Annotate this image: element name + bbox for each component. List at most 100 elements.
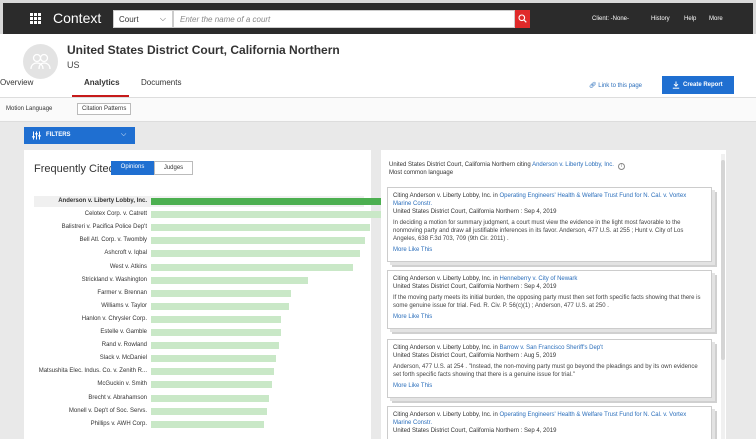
citation-court-date: United States District Court, California… <box>393 284 557 290</box>
subtab-motion-language[interactable]: Motion Language <box>6 106 52 112</box>
bar[interactable] <box>151 224 370 232</box>
bar-row[interactable]: Bell Atl. Corp. v. Twombly <box>34 235 366 246</box>
bar[interactable] <box>151 289 292 297</box>
subtab-citation-patterns[interactable]: Citation Patterns <box>77 103 132 115</box>
citing-case-link[interactable]: Barrow v. San Francisco Sheriff's Dep't <box>500 345 603 351</box>
court-search-input[interactable]: Enter the name of a court <box>173 10 515 28</box>
more-menu[interactable]: More <box>709 16 723 22</box>
bar-row[interactable]: Celotex Corp. v. Catrett <box>34 209 397 220</box>
help-link[interactable]: Help <box>684 16 696 22</box>
most-common-language-label: Most common language <box>389 170 454 176</box>
citation-card: Citing Anderson v. Liberty Lobby, Inc. i… <box>387 406 712 439</box>
bar[interactable] <box>151 263 353 271</box>
search-button[interactable] <box>515 10 530 28</box>
toggle-opinions[interactable]: Opinions <box>111 161 154 175</box>
bar-label[interactable]: Farmer v. Brennan <box>34 290 147 296</box>
bar[interactable] <box>151 420 265 428</box>
bar-row[interactable]: West v. Atkins <box>34 262 364 273</box>
bar-row[interactable]: Slack v. McDaniel <box>34 353 364 364</box>
bar-row[interactable]: Balistreri v. Pacifica Police Dep't <box>34 222 370 233</box>
create-report-button[interactable]: Create Report <box>662 76 734 94</box>
bar-label[interactable]: McGuckin v. Smith <box>34 381 147 387</box>
panel-scroll-thumb[interactable] <box>721 160 725 360</box>
history-link[interactable]: History <box>651 16 670 22</box>
bar-label[interactable]: Williams v. Taylor <box>34 303 147 309</box>
bar[interactable] <box>151 355 277 363</box>
bar-label[interactable]: Bell Atl. Corp. v. Twombly <box>34 237 147 243</box>
top-bar: Context Court ⌵ Enter the name of a cour… <box>0 0 756 34</box>
bar[interactable] <box>151 250 361 258</box>
bar-label[interactable]: Rand v. Rowland <box>34 342 147 348</box>
bar[interactable] <box>151 237 366 245</box>
bar[interactable] <box>151 315 282 323</box>
citing-heading: United States District Court, California… <box>389 162 625 170</box>
bar[interactable] <box>151 394 270 402</box>
bar-row[interactable]: Hanlon v. Chrysler Corp. <box>34 314 364 325</box>
bar-row[interactable]: Williams v. Taylor <box>34 301 364 312</box>
page-title: United States District Court, California… <box>67 43 340 57</box>
citation-court-date: United States District Court, California… <box>393 209 557 215</box>
court-avatar <box>23 44 58 79</box>
citing-text: Citing Anderson v. Liberty Lobby, Inc. i… <box>393 345 500 351</box>
bar[interactable] <box>151 381 272 389</box>
bar-label[interactable]: Ashcroft v. Iqbal <box>34 250 147 256</box>
bar-label[interactable]: Phillips v. AWH Corp. <box>34 421 147 427</box>
toggle-judges[interactable]: Judges <box>154 161 193 175</box>
bar-label[interactable]: Celotex Corp. v. Catrett <box>34 211 147 217</box>
client-menu[interactable]: Client: -None- <box>592 16 629 22</box>
bar[interactable] <box>151 342 279 350</box>
more-like-this-link[interactable]: More Like This <box>393 383 706 389</box>
bar-label[interactable]: Matsushita Elec. Indus. Co. v. Zenith R.… <box>34 368 147 374</box>
bar-row[interactable]: Monell v. Dep't of Soc. Servs. <box>34 406 364 417</box>
more-like-this-link[interactable]: More Like This <box>393 247 706 253</box>
bar[interactable] <box>151 211 397 219</box>
bar-row[interactable]: Strickland v. Washington <box>34 275 364 286</box>
bar[interactable] <box>151 198 397 205</box>
sliders-icon <box>32 131 41 140</box>
brand-title: Context <box>53 10 102 26</box>
bar-label[interactable]: Balistreri v. Pacifica Police Dep't <box>34 224 147 230</box>
tab-analytics[interactable]: Analytics <box>84 78 120 87</box>
bar-label[interactable]: West v. Atkins <box>34 264 147 270</box>
bar-row[interactable]: Brecht v. Abrahamson <box>34 393 364 404</box>
tab-overview[interactable]: Overview <box>0 78 33 87</box>
tab-documents[interactable]: Documents <box>141 78 181 87</box>
link-to-page[interactable]: 🔗︎ Link to this page <box>589 82 642 89</box>
bar[interactable] <box>151 407 267 415</box>
citation-quote: In deciding a motion for summary judgmen… <box>393 220 684 242</box>
court-type-select[interactable]: Court ⌵ <box>113 10 173 28</box>
bar[interactable] <box>151 276 309 284</box>
citation-court-date: United States District Court, California… <box>393 353 557 359</box>
bar-row[interactable]: Matsushita Elec. Indus. Co. v. Zenith R.… <box>34 366 364 377</box>
bar-row[interactable]: Anderson v. Liberty Lobby, Inc. <box>34 196 397 207</box>
bar[interactable] <box>151 302 289 310</box>
citation-heading: Citing Anderson v. Liberty Lobby, Inc. i… <box>393 344 706 352</box>
more-like-this-link[interactable]: More Like This <box>393 314 706 320</box>
bar[interactable] <box>151 368 274 376</box>
bar[interactable] <box>151 329 282 336</box>
apps-grid-icon[interactable] <box>30 13 41 24</box>
citation-heading: Citing Anderson v. Liberty Lobby, Inc. i… <box>393 411 706 427</box>
bar-label[interactable]: Hanlon v. Chrysler Corp. <box>34 316 147 322</box>
bar-row[interactable]: Phillips v. AWH Corp. <box>34 419 364 430</box>
citing-text: Citing Anderson v. Liberty Lobby, Inc. i… <box>393 193 500 199</box>
bar-row[interactable]: Estelle v. Gamble <box>34 327 364 338</box>
citing-case-link[interactable]: Henneberry v. City of Newark <box>500 276 578 282</box>
bar-label[interactable]: Anderson v. Liberty Lobby, Inc. <box>34 198 147 204</box>
bar-label[interactable]: Slack v. McDaniel <box>34 355 147 361</box>
bar-row[interactable]: Farmer v. Brennan <box>34 288 364 299</box>
citation-quote: Anderson, 477 U.S. at 254 . "Instead, th… <box>393 364 698 378</box>
bar-label[interactable]: Estelle v. Gamble <box>34 329 147 335</box>
bar-row[interactable]: Ashcroft v. Iqbal <box>34 248 364 259</box>
bar-row[interactable]: Rand v. Rowland <box>34 340 364 351</box>
info-icon[interactable]: i <box>617 163 625 170</box>
bar-row[interactable]: McGuckin v. Smith <box>34 379 364 390</box>
filters-button[interactable]: FILTERS ⌵ <box>24 127 135 144</box>
bar-label[interactable]: Brecht v. Abrahamson <box>34 395 147 401</box>
cited-case-link[interactable]: Anderson v. Liberty Lobby, Inc. <box>532 162 614 168</box>
citation-card: Citing Anderson v. Liberty Lobby, Inc. i… <box>387 187 712 262</box>
analytics-subnav: Motion Language Citation Patterns <box>0 97 756 122</box>
bar-label[interactable]: Monell v. Dep't of Soc. Servs. <box>34 408 147 414</box>
bar-label[interactable]: Strickland v. Washington <box>34 277 147 283</box>
filters-label: FILTERS <box>46 132 71 138</box>
